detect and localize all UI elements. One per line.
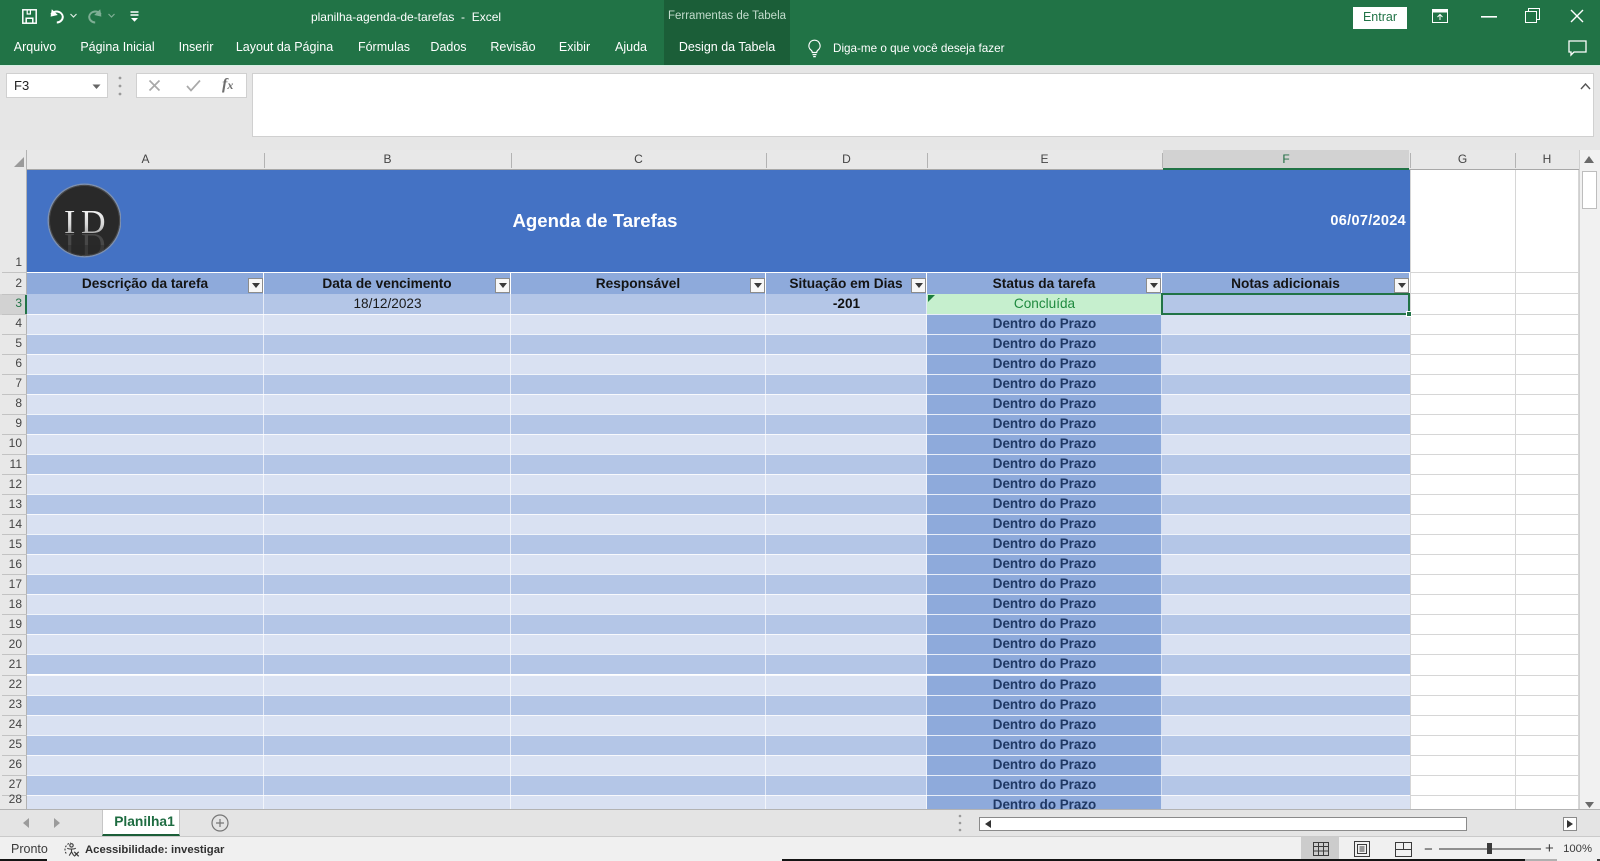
svg-text:I: I xyxy=(64,204,75,241)
svg-text:D: D xyxy=(81,204,106,241)
